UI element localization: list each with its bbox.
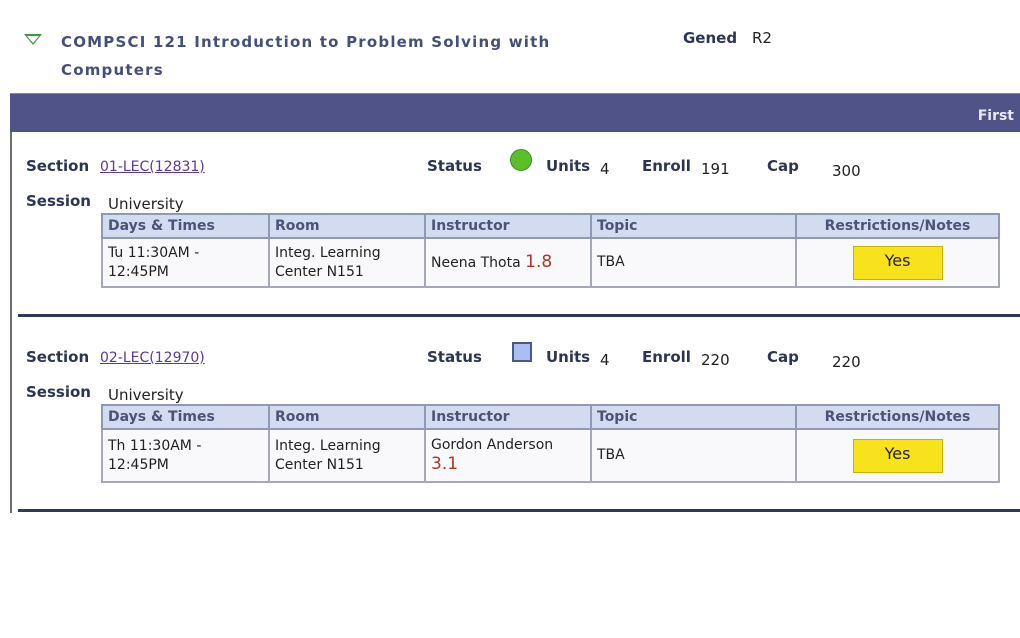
instructor-name: Gordon Anderson — [431, 437, 554, 453]
units-label: Units — [546, 157, 591, 175]
col-topic: Topic — [590, 213, 797, 239]
sections-header-band: First — [10, 93, 1020, 132]
section-label: Section — [26, 348, 90, 366]
table-header-row: Days & Times Room Instructor Topic Restr… — [101, 404, 1000, 430]
section-link[interactable]: 01-LEC(12831) — [100, 159, 205, 175]
units-value: 4 — [600, 351, 610, 369]
instructor-cell: Neena Thota 1.8 — [424, 237, 592, 288]
notes-cell: Yes — [795, 428, 1000, 483]
enroll-label: Enroll — [642, 157, 691, 175]
section-divider — [18, 314, 1020, 317]
cap-value: 220 — [832, 353, 861, 371]
session-label: Session — [26, 383, 91, 401]
days-times-cell: Th 11:30AM - 12:45PM — [101, 428, 270, 483]
section-divider — [18, 509, 1020, 512]
table-row: Th 11:30AM - 12:45PM Integ. Learning Cen… — [101, 428, 1000, 483]
units-value: 4 — [600, 160, 610, 178]
status-closed-icon — [512, 342, 532, 362]
units-label: Units — [546, 348, 591, 366]
notes-cell: Yes — [795, 237, 1000, 288]
instructor-name: Neena Thota — [431, 254, 521, 271]
topic-cell: TBA — [590, 428, 797, 483]
collapse-triangle-icon[interactable] — [24, 34, 42, 45]
table-row: Tu 11:30AM - 12:45PM Integ. Learning Cen… — [101, 237, 1000, 288]
gened-value: R2 — [752, 29, 772, 47]
meeting-table: Days & Times Room Instructor Topic Restr… — [101, 213, 1000, 288]
days-times-cell: Tu 11:30AM - 12:45PM — [101, 237, 270, 288]
enroll-value: 191 — [701, 160, 730, 178]
status-label: Status — [427, 348, 482, 366]
col-days-times: Days & Times — [101, 213, 270, 239]
room-cell: Integ. Learning Center N151 — [268, 237, 426, 288]
course-title: COMPSCI 121 Introduction to Problem Solv… — [61, 33, 551, 79]
restrictions-yes-button[interactable]: Yes — [852, 438, 943, 473]
room-cell: Integ. Learning Center N151 — [268, 428, 426, 483]
col-restrictions-notes: Restrictions/Notes — [795, 213, 1000, 239]
cap-label: Cap — [767, 348, 799, 366]
session-value: University — [108, 386, 184, 404]
col-instructor: Instructor — [424, 404, 592, 430]
enroll-label: Enroll — [642, 348, 691, 366]
meeting-table: Days & Times Room Instructor Topic Restr… — [101, 404, 1000, 483]
cap-label: Cap — [767, 157, 799, 175]
gened-label: Gened — [683, 29, 738, 47]
section-label: Section — [26, 157, 90, 175]
first-link[interactable]: First — [978, 108, 1014, 124]
enroll-value: 220 — [701, 351, 730, 369]
col-topic: Topic — [590, 404, 797, 430]
col-room: Room — [268, 404, 426, 430]
cap-value: 300 — [832, 162, 861, 180]
instructor-cell: Gordon Anderson 3.1 — [424, 428, 592, 483]
col-restrictions-notes: Restrictions/Notes — [795, 404, 1000, 430]
instructor-rating: 3.1 — [431, 454, 459, 474]
col-room: Room — [268, 213, 426, 239]
col-instructor: Instructor — [424, 213, 592, 239]
instructor-rating: 1.8 — [525, 251, 553, 272]
status-open-icon — [510, 149, 532, 171]
status-label: Status — [427, 157, 482, 175]
col-days-times: Days & Times — [101, 404, 270, 430]
table-header-row: Days & Times Room Instructor Topic Restr… — [101, 213, 1000, 239]
session-label: Session — [26, 192, 91, 210]
restrictions-yes-button[interactable]: Yes — [852, 245, 943, 280]
section-link[interactable]: 02-LEC(12970) — [100, 350, 205, 366]
topic-cell: TBA — [590, 237, 797, 288]
session-value: University — [108, 195, 184, 213]
